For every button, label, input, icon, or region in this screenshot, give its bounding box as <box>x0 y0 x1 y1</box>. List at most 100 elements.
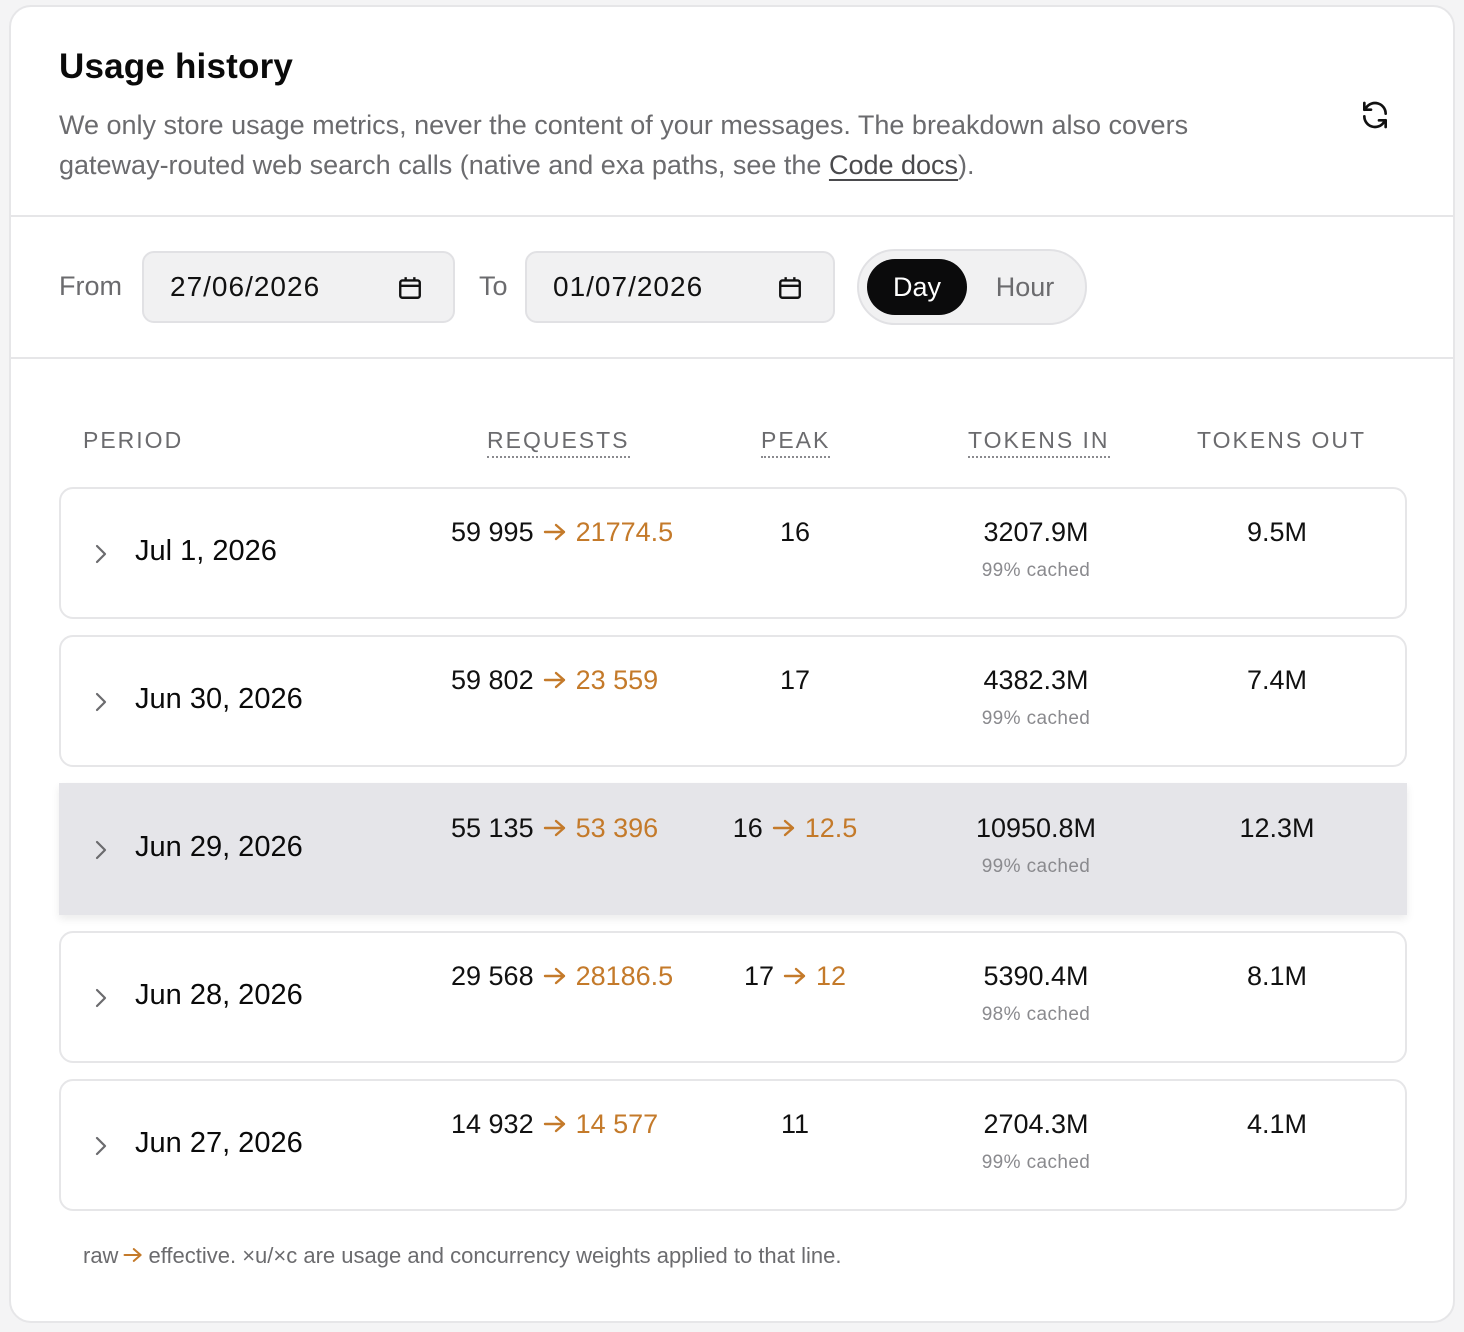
requests-effective: 23 559 <box>575 665 659 695</box>
table-row[interactable]: Jun 27, 2026 14 932 14 577 11 2704.3M 99%… <box>59 1079 1407 1211</box>
tokens-in-cell: 4382.3M 99% cached <box>926 665 1146 730</box>
chevron-right-icon[interactable] <box>93 1135 109 1157</box>
chevron-right-icon[interactable] <box>93 543 109 565</box>
requests-cell: 59 802 23 559 <box>451 665 658 696</box>
usage-history-card: Usage history We only store usage metric… <box>9 5 1455 1323</box>
hour-option[interactable]: Hour <box>975 259 1075 315</box>
period-label: Jun 27, 2026 <box>135 1127 303 1159</box>
description: We only store usage metrics, never the c… <box>59 105 1299 185</box>
cached-percent: 99% cached <box>981 856 1091 877</box>
arrow-right-icon <box>543 819 565 837</box>
peak-raw: 17 <box>779 665 811 695</box>
tokens-in-cell: 2704.3M 99% cached <box>926 1109 1146 1174</box>
peak-raw: 17 <box>743 961 774 991</box>
peak-cell: 16 <box>695 517 895 548</box>
filter-divider <box>11 357 1453 359</box>
header-divider <box>11 215 1453 217</box>
refresh-icon <box>1363 101 1387 129</box>
table-row[interactable]: Jun 30, 2026 59 802 23 559 17 4382.3M 99%… <box>59 635 1407 767</box>
tokens-out-value: 7.4M <box>1246 665 1308 695</box>
requests-effective: 28186.5 <box>575 961 674 991</box>
tokens-in-value: 4382.3M <box>983 665 1089 695</box>
col-requests[interactable]: REQUESTS <box>487 427 630 458</box>
arrow-right-icon <box>783 967 806 985</box>
requests-raw: 59 995 <box>451 517 534 547</box>
arrow-right-icon <box>543 1115 565 1133</box>
calendar-icon[interactable] <box>397 275 423 301</box>
day-option[interactable]: Day <box>867 259 967 315</box>
arrow-right-icon <box>772 819 794 837</box>
page-title: Usage history <box>59 47 294 86</box>
requests-effective: 21774.5 <box>575 517 674 547</box>
peak-cell: 16 12.5 <box>695 813 895 844</box>
chevron-right-icon[interactable] <box>93 691 109 713</box>
period-label: Jul 1, 2026 <box>135 535 277 567</box>
arrow-right-icon <box>123 1248 143 1263</box>
calendar-icon[interactable] <box>777 275 803 301</box>
tokens-in-cell: 10950.8M 99% cached <box>926 813 1146 878</box>
arrow-right-icon <box>543 523 565 541</box>
cached-percent: 99% cached <box>981 708 1091 729</box>
requests-cell: 59 995 21774.5 <box>451 517 673 548</box>
cached-percent: 99% cached <box>981 1152 1091 1173</box>
tokens-in-value: 2704.3M <box>983 1109 1089 1139</box>
tokens-in-value: 10950.8M <box>975 813 1097 843</box>
tokens-out-value: 8.1M <box>1246 961 1308 991</box>
table-row[interactable]: Jul 1, 2026 59 995 21774.5 16 3207.9M 99%… <box>59 487 1407 619</box>
arrow-right-icon <box>543 967 565 985</box>
col-tokens-in[interactable]: TOKENS IN <box>968 427 1110 458</box>
from-date-value: 27/06/2026 <box>170 271 321 302</box>
from-date-input[interactable]: 27/06/2026 <box>142 251 455 323</box>
period-label: Jun 30, 2026 <box>135 683 303 715</box>
peak-raw: 16 <box>779 517 811 547</box>
chevron-right-icon[interactable] <box>93 987 109 1009</box>
requests-cell: 29 568 28186.5 <box>451 961 673 992</box>
requests-raw: 14 932 <box>451 1109 534 1139</box>
requests-raw: 55 135 <box>451 813 534 843</box>
table-row-highlighted[interactable]: Jun 29, 2026 55 135 53 396 16 12.5 10950.8… <box>59 783 1407 915</box>
requests-effective: 53 396 <box>575 813 659 843</box>
footnote-text: effective. ×u/×c are usage and concurren… <box>148 1243 842 1268</box>
arrow-right-icon <box>543 671 565 689</box>
peak-cell: 17 12 <box>695 961 895 992</box>
to-date-value: 01/07/2026 <box>553 271 704 302</box>
chevron-right-icon[interactable] <box>93 839 109 861</box>
requests-cell: 55 135 53 396 <box>451 813 658 844</box>
tokens-in-value: 3207.9M <box>983 517 1089 547</box>
col-tokens-out: TOKENS OUT <box>1197 427 1367 453</box>
description-end: ). <box>958 150 975 180</box>
footnote: raw effective. ×u/×c are usage and concur… <box>83 1243 842 1269</box>
tokens-in-cell: 5390.4M 98% cached <box>926 961 1146 1026</box>
description-text: We only store usage metrics, never the c… <box>59 110 1189 180</box>
tokens-in-cell: 3207.9M 99% cached <box>926 517 1146 582</box>
requests-cell: 14 932 14 577 <box>451 1109 658 1140</box>
tokens-out-value: 12.3M <box>1239 813 1315 843</box>
col-period: PERIOD <box>83 427 184 453</box>
peak-cell: 17 <box>695 665 895 696</box>
tokens-out-value: 9.5M <box>1246 517 1308 547</box>
code-docs-link[interactable]: Code docs <box>829 150 958 180</box>
period-label: Jun 29, 2026 <box>135 831 303 863</box>
footnote-raw: raw <box>83 1243 119 1268</box>
peak-cell: 11 <box>695 1109 895 1140</box>
to-label: To <box>479 271 508 301</box>
card-header: Usage history We only store usage metric… <box>11 7 1453 217</box>
from-label: From <box>59 271 122 301</box>
tokens-out-value: 4.1M <box>1246 1109 1308 1139</box>
cached-percent: 98% cached <box>981 1004 1091 1025</box>
period-label: Jun 28, 2026 <box>135 979 303 1011</box>
col-peak[interactable]: PEAK <box>761 427 831 458</box>
refresh-button[interactable] <box>1351 91 1399 139</box>
requests-effective: 14 577 <box>575 1109 659 1139</box>
granularity-toggle: Day Hour <box>857 249 1087 325</box>
peak-effective: 12 <box>816 961 847 991</box>
cached-percent: 99% cached <box>981 560 1091 581</box>
peak-raw: 11 <box>780 1109 810 1139</box>
table-row[interactable]: Jun 28, 2026 29 568 28186.5 17 12 5390.4M … <box>59 931 1407 1063</box>
peak-effective: 12.5 <box>804 813 858 843</box>
tokens-in-value: 5390.4M <box>983 961 1089 991</box>
to-date-input[interactable]: 01/07/2026 <box>525 251 835 323</box>
peak-raw: 16 <box>732 813 763 843</box>
requests-raw: 59 802 <box>451 665 534 695</box>
requests-raw: 29 568 <box>451 961 534 991</box>
